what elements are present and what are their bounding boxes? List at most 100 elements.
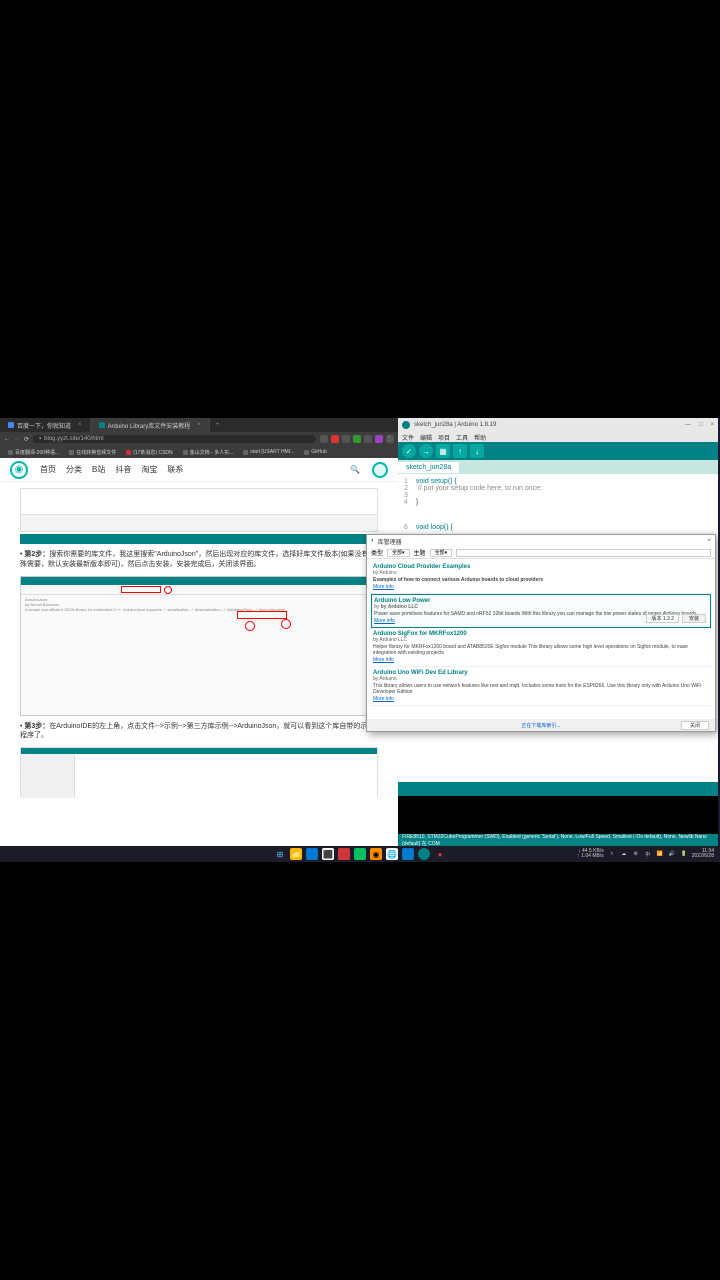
battery-icon[interactable]: 🔋 (680, 850, 688, 858)
install-button[interactable]: 安装 (682, 614, 706, 623)
nav-item[interactable]: 首页 (40, 464, 56, 475)
close-icon[interactable]: × (78, 422, 82, 428)
code-line: void loop() { (416, 524, 453, 531)
browser-tab[interactable]: Arduino Library库文件安装教程 × (91, 418, 210, 432)
library-item[interactable]: Arduino Cloud Provider Examples by Ardui… (371, 561, 711, 594)
site-logo-icon[interactable]: ◉ (10, 461, 28, 479)
version-select[interactable]: 版本 1.2.2 (646, 614, 679, 623)
menu-item[interactable]: 编辑 (420, 433, 432, 442)
type-select[interactable]: 全部 ▾ (387, 549, 410, 557)
extension-icon[interactable] (331, 435, 339, 443)
extension-icon[interactable] (375, 435, 383, 443)
menu-item[interactable]: 工具 (456, 433, 468, 442)
nav-item[interactable]: B站 (92, 464, 105, 475)
nav-item[interactable]: 联系 (167, 464, 183, 475)
upload-button[interactable]: → (419, 444, 433, 458)
more-info-link[interactable]: More info (373, 584, 709, 590)
menubar: 文件 编辑 项目 工具 帮助 (398, 432, 718, 442)
new-tab-button[interactable]: + (210, 422, 226, 428)
volume-icon[interactable]: 🔊 (668, 850, 676, 858)
bookmark-icon (8, 450, 13, 455)
bookmark-label: 百度翻译-200种语... (15, 449, 59, 456)
browser-tab[interactable]: 百度一下，你就知道 × (0, 418, 91, 432)
bookmark[interactable]: start [USART HMI... (239, 448, 298, 456)
tray-icon[interactable]: ⚙ (632, 850, 640, 858)
nav-item[interactable]: 分类 (66, 464, 82, 475)
verify-button[interactable]: ✓ (402, 444, 416, 458)
tray-icon[interactable]: ☁ (620, 850, 628, 858)
menu-icon[interactable]: ⋮ (386, 435, 394, 443)
library-item[interactable]: Arduino SigFox for MKRFox1200 by Arduino… (371, 628, 711, 667)
sketch-tab[interactable]: sketch_jun28a (398, 462, 459, 473)
extension-icon[interactable] (364, 435, 372, 443)
start-icon[interactable]: ⊞ (274, 848, 286, 860)
app-icon[interactable] (306, 848, 318, 860)
reload-icon[interactable]: ⟳ (24, 436, 29, 443)
menu-item[interactable]: 帮助 (474, 433, 486, 442)
back-icon[interactable]: ← (4, 436, 10, 443)
close-button[interactable]: 关闭 (681, 721, 709, 730)
vscode-icon[interactable] (402, 848, 414, 860)
search-icon[interactable]: 🔍 (350, 465, 360, 474)
search-input[interactable] (456, 549, 711, 557)
bookmark[interactable]: (17条消息) CSDN (122, 448, 176, 457)
screenshot-image (20, 747, 378, 797)
library-list[interactable]: Arduino Cloud Provider Examples by Ardui… (367, 559, 715, 719)
ime-icon[interactable]: 中 (644, 850, 652, 858)
arduino-icon[interactable] (418, 848, 430, 860)
taskbar: ⊞ 📁 ⬛ ◉ 🌐 ● ↓ 44.5 KB/s ↑ 1.04 MB/s ˄ ☁ … (0, 846, 720, 862)
bookmark[interactable]: 金山文档 - 多人实... (179, 448, 238, 457)
nav-item[interactable]: 抖音 (115, 464, 131, 475)
save-button[interactable]: ↓ (470, 444, 484, 458)
minimize-icon[interactable]: — (685, 422, 691, 428)
site-nav: 首页 分类 B站 抖音 淘宝 联系 (40, 464, 183, 475)
filter-label: 主题 (414, 548, 426, 557)
more-info-link[interactable]: More info (373, 657, 709, 663)
extension-icon[interactable] (342, 435, 350, 443)
topic-select[interactable]: 全部 ▾ (430, 549, 453, 557)
explorer-icon[interactable]: 📁 (290, 848, 302, 860)
article-content: • 第2步：搜索你需要的库文件，我这里搜索"ArduinoJson"，然后出现对… (0, 482, 398, 846)
avatar[interactable] (372, 462, 388, 478)
app-icon[interactable]: ⬛ (322, 848, 334, 860)
menu-item[interactable]: 项目 (438, 433, 450, 442)
clock[interactable]: 11:34 2022/6/28 (692, 849, 714, 859)
address-bar[interactable]: ▪ blog.yyzt.site/140/html (33, 435, 316, 443)
new-button[interactable]: ▦ (436, 444, 450, 458)
forward-icon[interactable]: → (14, 436, 20, 443)
open-button[interactable]: ↑ (453, 444, 467, 458)
maximize-icon[interactable]: □ (699, 422, 703, 428)
close-icon[interactable]: × (710, 422, 714, 428)
step-label: 第3步： (24, 723, 49, 730)
nav-buttons: ← → ⟳ (4, 436, 29, 443)
extension-icon[interactable] (353, 435, 361, 443)
app-icon[interactable] (338, 848, 350, 860)
bookmark[interactable]: 在线转换音频文件 (65, 448, 120, 457)
close-icon[interactable]: × (707, 538, 711, 544)
chevron-up-icon[interactable]: ˄ (608, 850, 616, 858)
chrome-icon[interactable]: 🌐 (386, 848, 398, 860)
library-item[interactable]: Arduino Uno WiFi Dev Ed Library by Ardui… (371, 667, 711, 706)
library-item[interactable]: Arduino Low Power by by Arduino LLC Powe… (371, 594, 711, 628)
more-info-link[interactable]: More info (373, 696, 709, 702)
bookmark-label: (17条消息) CSDN (133, 449, 172, 456)
wechat-icon[interactable] (354, 848, 366, 860)
library-author: by Arduino LLC (373, 637, 709, 643)
extension-icon[interactable] (320, 435, 328, 443)
bookmark[interactable]: GitHub (300, 448, 331, 456)
library-desc: Helper library for MKRFox1200 board and … (373, 644, 709, 656)
wifi-icon[interactable]: 📶 (656, 850, 664, 858)
close-icon[interactable]: × (197, 422, 201, 428)
code-line: void setup() { (416, 478, 457, 485)
bookmark-icon (126, 450, 131, 455)
system-tray: ↓ 44.5 KB/s ↑ 1.04 MB/s ˄ ☁ ⚙ 中 📶 🔊 🔋 11… (577, 849, 714, 859)
app-icon[interactable]: ◉ (370, 848, 382, 860)
bookmark[interactable]: 百度翻译-200种语... (4, 448, 63, 457)
extensions: ⋮ (320, 435, 394, 443)
step-label: 第2步： (24, 551, 49, 558)
library-author: by Arduino (373, 570, 709, 576)
record-icon[interactable]: ● (434, 848, 446, 860)
nav-item[interactable]: 淘宝 (141, 464, 157, 475)
menu-item[interactable]: 文件 (402, 433, 414, 442)
bookmark-label: 金山文档 - 多人实... (190, 449, 234, 456)
